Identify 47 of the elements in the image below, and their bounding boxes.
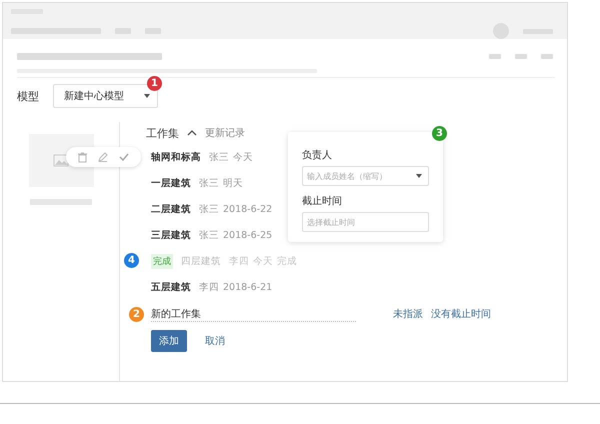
new-workset-field[interactable]: 新的工作集	[151, 306, 356, 322]
assignee-text: 张三	[199, 228, 219, 242]
assignee-text: 张三	[199, 176, 219, 190]
skeleton-bar	[515, 54, 527, 59]
field-label: 截止时间	[302, 194, 343, 208]
model-label: 模型	[17, 88, 39, 104]
workset-name[interactable]: 三层建筑	[151, 228, 191, 242]
cancel-button[interactable]: 取消	[205, 330, 225, 352]
due-text: 2018-6-21	[223, 282, 272, 292]
date-field[interactable]: 选择截止时间	[302, 212, 429, 232]
due-link[interactable]: 没有截止时间	[431, 307, 491, 321]
add-button[interactable]: 添加	[151, 330, 187, 352]
skeleton-bar	[30, 199, 92, 205]
assignee-text: 李四	[229, 254, 249, 268]
number-badge: 4	[124, 253, 139, 268]
check-icon[interactable]	[119, 153, 130, 161]
assignee-text: 张三	[209, 150, 229, 164]
number-badge: 2	[129, 307, 144, 322]
workset-title: 工作集	[146, 126, 179, 140]
due-text: 2018-6-22	[223, 204, 272, 214]
pencil-icon[interactable]	[98, 152, 108, 162]
avatar	[493, 23, 509, 39]
assignee-select[interactable]: 输入成员姓名（缩写）	[302, 166, 429, 186]
due-text: 今天	[233, 150, 253, 164]
workset-name[interactable]: 一层建筑	[151, 176, 191, 190]
number-badge: 1	[147, 76, 162, 91]
trash-icon[interactable]	[78, 152, 87, 162]
status-tag: 完成	[151, 254, 173, 268]
number-badge: 3	[432, 126, 447, 141]
field-label: 负责人	[302, 148, 333, 162]
workset-name[interactable]: 五层建筑	[151, 280, 191, 294]
status-text: 完成	[277, 254, 297, 268]
assignee-text: 李四	[199, 280, 219, 294]
chevron-icon[interactable]	[187, 130, 197, 136]
skeleton-bar	[541, 54, 553, 59]
due-text: 明天	[223, 176, 243, 190]
assignee-text: 张三	[199, 202, 219, 216]
workset-name[interactable]: 二层建筑	[151, 202, 191, 216]
caret-icon	[143, 93, 151, 99]
workset-name[interactable]: 轴网和标高	[151, 150, 201, 164]
skeleton-bar	[489, 54, 501, 59]
due-text: 2018-6-25	[223, 230, 272, 240]
image-icon	[53, 154, 69, 167]
assignee-link[interactable]: 未指派	[393, 307, 423, 321]
due-text: 今天	[253, 254, 273, 268]
caret-icon	[415, 173, 423, 179]
history-link[interactable]: 更新记录	[205, 126, 245, 140]
